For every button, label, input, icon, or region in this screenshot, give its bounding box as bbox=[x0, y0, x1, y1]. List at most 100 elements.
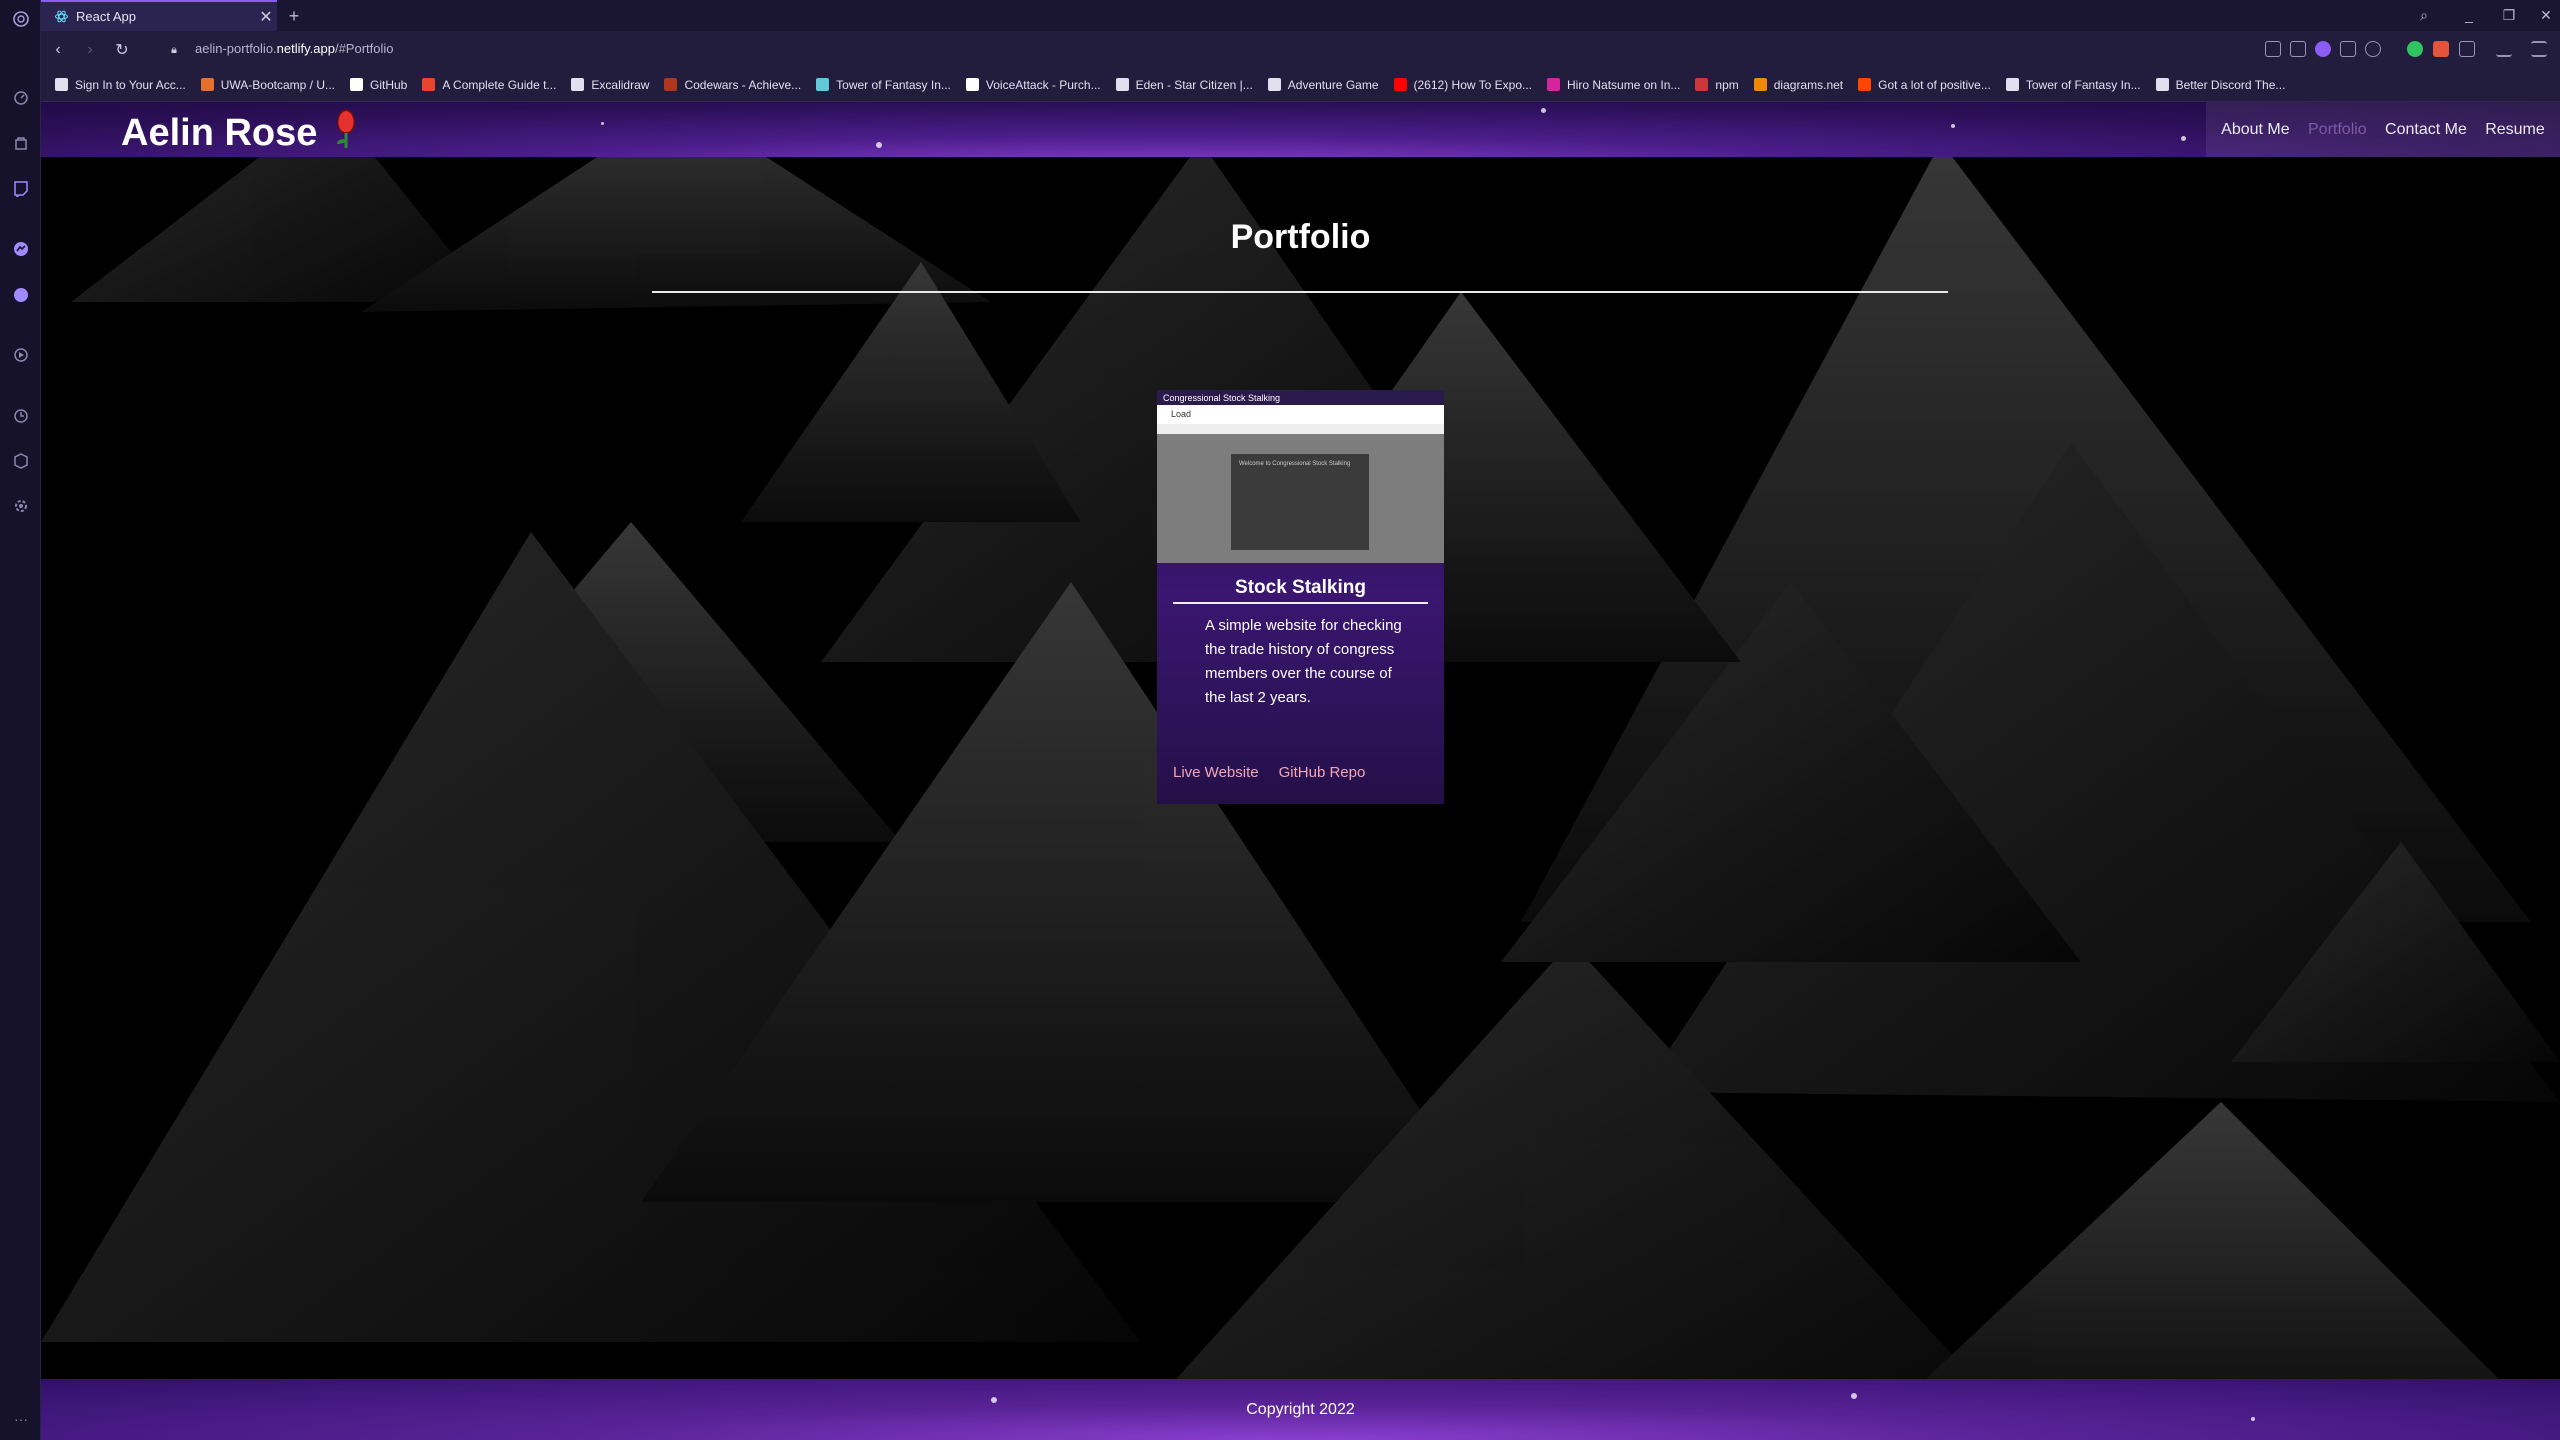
send-icon[interactable] bbox=[2340, 41, 2356, 57]
bookmark-item[interactable]: (2612) How To Expo... bbox=[1393, 77, 1533, 92]
site-logo[interactable]: Aelin Rose bbox=[121, 106, 361, 160]
bookmark-label: UWA-Bootcamp / U... bbox=[220, 77, 335, 92]
heart-icon[interactable] bbox=[2365, 41, 2381, 57]
bookmark-item[interactable]: Hiro Natsume on In... bbox=[1547, 78, 1680, 92]
bookmark-item[interactable]: UWA-Bootcamp / U... bbox=[200, 77, 335, 92]
bookmark-item[interactable]: Eden - Star Citizen |... bbox=[1115, 77, 1253, 92]
bookmark-favicon-icon bbox=[55, 78, 68, 91]
live-website-link[interactable]: Live Website bbox=[1173, 764, 1259, 781]
site-name: Aelin Rose bbox=[121, 111, 318, 154]
edit-icon[interactable] bbox=[2265, 41, 2281, 57]
browser-logo-icon[interactable] bbox=[10, 8, 32, 30]
messenger-icon[interactable] bbox=[10, 238, 32, 260]
bookmark-item[interactable]: Sign In to Your Acc... bbox=[55, 78, 186, 92]
twitch-icon[interactable] bbox=[10, 178, 32, 200]
bookmark-label: A Complete Guide t... bbox=[442, 77, 557, 92]
extensions-cube-icon[interactable] bbox=[10, 450, 32, 472]
nav-contact-me[interactable]: Contact Me bbox=[2385, 121, 2467, 139]
bookmark-item[interactable]: Excalidraw bbox=[571, 78, 649, 92]
tab-react-app[interactable]: React App ✕ bbox=[41, 0, 277, 31]
camera-icon[interactable] bbox=[2290, 41, 2306, 57]
bookmark-label: Better Discord The... bbox=[2175, 77, 2286, 92]
history-icon[interactable] bbox=[10, 405, 32, 427]
minimize-button[interactable]: _ bbox=[2454, 4, 2484, 26]
bookmark-favicon-icon bbox=[200, 78, 214, 91]
twitter-icon[interactable] bbox=[10, 284, 32, 306]
bookmark-label: Got a lot of positive... bbox=[1878, 77, 1991, 92]
bookmark-item[interactable]: Codewars - Achieve... bbox=[664, 78, 801, 92]
search-icon[interactable]: ⌕ bbox=[2409, 4, 2439, 26]
nav-resume[interactable]: Resume bbox=[2485, 121, 2545, 139]
project-title-underline bbox=[1173, 602, 1428, 604]
bookmark-label: Tower of Fantasy In... bbox=[2025, 77, 2141, 92]
extension-orange-icon[interactable] bbox=[2433, 41, 2449, 57]
bookmark-favicon-icon bbox=[1858, 78, 1872, 91]
bookmark-item[interactable]: diagrams.net bbox=[1753, 78, 1843, 92]
title-divider bbox=[652, 291, 1948, 293]
extension-green-icon[interactable] bbox=[2407, 41, 2423, 57]
bookmark-label: Sign In to Your Acc... bbox=[75, 77, 186, 92]
bookmark-favicon-icon bbox=[571, 78, 585, 91]
github-repo-link[interactable]: GitHub Repo bbox=[1279, 764, 1366, 781]
bookmark-item[interactable]: Better Discord The... bbox=[2155, 77, 2286, 92]
bookmark-label: Eden - Star Citizen |... bbox=[1135, 77, 1253, 92]
more-options-icon[interactable]: ··· bbox=[10, 1408, 32, 1430]
bookmark-item[interactable]: A Complete Guide t... bbox=[422, 78, 556, 92]
download-icon[interactable] bbox=[2496, 41, 2512, 57]
bookmark-favicon-icon bbox=[816, 78, 830, 91]
bookmark-favicon-icon bbox=[664, 78, 678, 91]
project-screenshot: Congressional Stock Stalking Load Welcom… bbox=[1157, 390, 1444, 563]
site-nav: About Me Portfolio Contact Me Resume bbox=[2206, 102, 2560, 157]
player-icon[interactable] bbox=[10, 344, 32, 366]
web-page: Aelin Rose About Me Portfolio Contact Me… bbox=[41, 102, 2560, 1440]
menu-icon[interactable] bbox=[2531, 41, 2547, 57]
copyright-text: Copyright 2022 bbox=[1246, 1400, 1355, 1418]
bookmark-label: (2612) How To Expo... bbox=[1413, 77, 1533, 92]
address-bar-row: ‹ › ↻ 🔒︎ aelin-portfolio.netlify.app/#Po… bbox=[41, 31, 2560, 68]
extensions-icon[interactable] bbox=[2459, 41, 2475, 57]
bookmark-item[interactable]: Adventure Game bbox=[1267, 78, 1379, 92]
reload-button[interactable]: ↻ bbox=[109, 37, 135, 63]
bookmark-item[interactable]: Got a lot of positive... bbox=[1858, 78, 1991, 92]
bookmark-item[interactable]: npm bbox=[1695, 77, 1739, 92]
bookmark-favicon-icon bbox=[350, 78, 363, 91]
tab-close-icon[interactable]: ✕ bbox=[255, 7, 277, 27]
settings-gear-icon[interactable] bbox=[10, 495, 32, 517]
url-field[interactable]: aelin-portfolio.netlify.app/#Portfolio bbox=[195, 41, 394, 56]
bookmark-label: Tower of Fantasy In... bbox=[836, 77, 951, 92]
project-title: Stock Stalking bbox=[1235, 577, 1366, 598]
bookmark-label: npm bbox=[1715, 77, 1739, 92]
nav-about-me[interactable]: About Me bbox=[2221, 121, 2289, 139]
bookmark-favicon-icon bbox=[1753, 78, 1767, 91]
project-description: A simple website for checking the trade … bbox=[1205, 617, 1402, 706]
bookmarks-bar: Sign In to Your Acc... UWA-Bootcamp / U..… bbox=[41, 68, 2560, 102]
screenshot-search-text: Load bbox=[1171, 409, 1192, 419]
bookmark-favicon-icon bbox=[1115, 78, 1129, 91]
bookmark-label: VoiceAttack - Purch... bbox=[985, 77, 1101, 92]
restore-button[interactable]: ❐ bbox=[2494, 4, 2524, 26]
window-close-button[interactable]: ✕ bbox=[2531, 4, 2560, 26]
screenshot-welcome-text: Welcome to Congressional Stock Stalking bbox=[1239, 461, 1351, 467]
speed-dial-icon[interactable] bbox=[10, 87, 32, 109]
bookmark-item[interactable]: Tower of Fantasy In... bbox=[2005, 77, 2141, 92]
shopping-bag-icon[interactable] bbox=[10, 132, 32, 154]
screenshot-app-title: Congressional Stock Stalking bbox=[1163, 393, 1281, 403]
bookmark-label: Codewars - Achieve... bbox=[684, 77, 802, 92]
rose-icon bbox=[331, 106, 361, 160]
page-title: Portfolio bbox=[1230, 218, 1371, 256]
shield-icon[interactable] bbox=[2315, 41, 2331, 57]
bookmark-label: Excalidraw bbox=[591, 77, 650, 92]
bookmark-item[interactable]: Tower of Fantasy In... bbox=[816, 78, 951, 92]
bookmark-label: Hiro Natsume on In... bbox=[1567, 77, 1681, 92]
bookmark-favicon-icon bbox=[1695, 78, 1709, 91]
bookmark-item[interactable]: GitHub bbox=[350, 78, 407, 92]
back-button[interactable]: ‹ bbox=[45, 37, 71, 63]
bookmark-favicon-icon bbox=[2155, 78, 2169, 91]
forward-button[interactable]: › bbox=[77, 37, 103, 63]
tab-bar: ▭ ⌕ _ ❐ ✕ bbox=[41, 0, 2560, 31]
new-tab-button[interactable]: + bbox=[281, 3, 307, 29]
nav-portfolio[interactable]: Portfolio bbox=[2308, 121, 2367, 139]
site-header: Aelin Rose About Me Portfolio Contact Me… bbox=[41, 102, 2560, 157]
bookmark-item[interactable]: VoiceAttack - Purch... bbox=[965, 77, 1101, 92]
bookmark-favicon-icon bbox=[965, 78, 979, 91]
